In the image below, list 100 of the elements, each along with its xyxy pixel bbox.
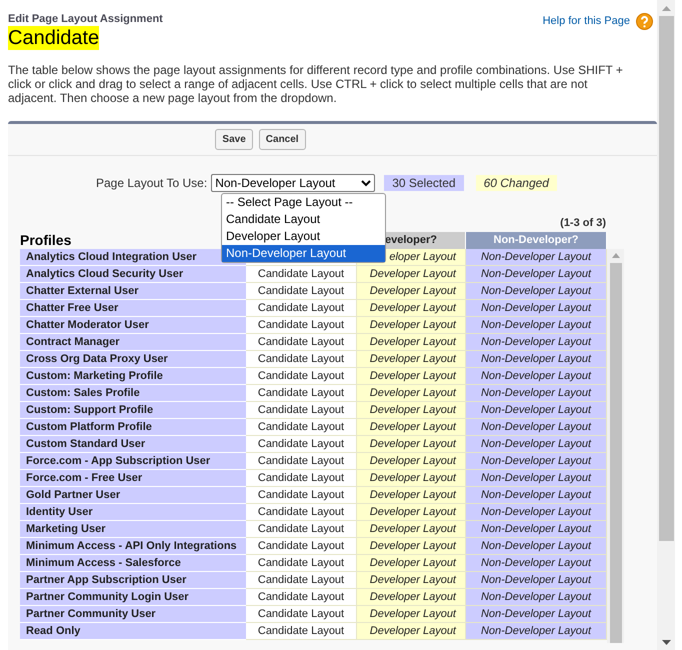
- layout-cell[interactable]: Developer Layout: [357, 538, 466, 554]
- layout-cell[interactable]: Candidate Layout: [246, 520, 357, 538]
- selected-count: 30 Selected: [384, 175, 464, 191]
- layout-cell[interactable]: Developer Layout: [357, 452, 466, 470]
- layout-cell[interactable]: Non-Developer Layout: [466, 504, 607, 520]
- profile-cell: Chatter External User: [20, 282, 246, 300]
- profile-cell: Identity User: [20, 504, 246, 520]
- layout-cell[interactable]: Candidate Layout: [246, 402, 357, 418]
- help-icon[interactable]: [636, 13, 653, 30]
- layout-cell[interactable]: Developer Layout: [357, 350, 466, 368]
- layout-cell[interactable]: Candidate Layout: [246, 588, 357, 606]
- layout-cell[interactable]: Non-Developer Layout: [466, 402, 607, 418]
- layout-cell[interactable]: Candidate Layout: [246, 368, 357, 384]
- page-title: Candidate: [8, 26, 100, 50]
- scroll-up-icon[interactable]: [662, 6, 670, 11]
- layout-cell[interactable]: Developer Layout: [357, 384, 466, 402]
- layout-cell[interactable]: Candidate Layout: [246, 554, 357, 572]
- layout-cell[interactable]: Candidate Layout: [246, 622, 357, 640]
- dropdown-option[interactable]: Candidate Layout: [222, 211, 385, 228]
- layout-cell[interactable]: Non-Developer Layout: [466, 572, 607, 588]
- changed-count: 60 Changed: [476, 175, 557, 191]
- layout-cell[interactable]: Non-Developer Layout: [466, 266, 607, 282]
- layout-cell[interactable]: Candidate Layout: [246, 316, 357, 334]
- help-link[interactable]: Help for this Page: [542, 13, 630, 30]
- layout-cell[interactable]: Developer Layout: [357, 622, 466, 640]
- layout-select[interactable]: Non-Developer Layout: [211, 174, 376, 192]
- profile-cell: Custom: Sales Profile: [20, 384, 246, 402]
- profile-cell: Analytics Cloud Security User: [20, 266, 246, 282]
- chevron-icon: [361, 180, 372, 186]
- profile-cell: Force.com - Free User: [20, 470, 246, 486]
- layout-cell[interactable]: Candidate Layout: [246, 300, 357, 316]
- layout-cell[interactable]: Non-Developer Layout: [466, 300, 607, 316]
- dropdown-option[interactable]: -- Select Page Layout --: [222, 194, 385, 211]
- layout-cell[interactable]: Candidate Layout: [246, 606, 357, 622]
- profile-cell: Custom: Marketing Profile: [20, 368, 246, 384]
- layout-cell[interactable]: Candidate Layout: [246, 486, 357, 504]
- table-scrollbar[interactable]: [607, 248, 624, 642]
- layout-cell[interactable]: Non-Developer Layout: [466, 606, 607, 622]
- layout-cell[interactable]: Non-Developer Layout: [466, 486, 607, 504]
- layout-cell[interactable]: Non-Developer Layout: [466, 384, 607, 402]
- layout-cell[interactable]: Developer Layout: [357, 588, 466, 606]
- layout-cell[interactable]: Candidate Layout: [246, 384, 357, 402]
- layout-cell[interactable]: Developer Layout: [357, 572, 466, 588]
- layout-cell[interactable]: Candidate Layout: [246, 452, 357, 470]
- layout-cell[interactable]: Candidate Layout: [246, 436, 357, 452]
- layout-cell[interactable]: Candidate Layout: [246, 504, 357, 520]
- layout-cell[interactable]: Candidate Layout: [246, 538, 357, 554]
- layout-cell[interactable]: Non-Developer Layout: [466, 368, 607, 384]
- profile-cell: Partner App Subscription User: [20, 572, 246, 588]
- layout-cell[interactable]: Non-Developer Layout: [466, 316, 607, 334]
- layout-cell[interactable]: Non-Developer Layout: [466, 588, 607, 606]
- layout-cell[interactable]: Non-Developer Layout: [466, 418, 607, 436]
- layout-cell[interactable]: Developer Layout: [357, 606, 466, 622]
- layout-cell[interactable]: Candidate Layout: [246, 282, 357, 300]
- layout-cell[interactable]: Developer Layout: [357, 334, 466, 350]
- profile-cell: Contract Manager: [20, 334, 246, 350]
- layout-cell[interactable]: Non-Developer Layout: [466, 334, 607, 350]
- scroll-up-icon[interactable]: [612, 252, 620, 258]
- layout-cell[interactable]: Non-Developer Layout: [466, 282, 607, 300]
- layout-cell[interactable]: Non-Developer Layout: [466, 452, 607, 470]
- layout-cell[interactable]: Non-Developer Layout: [466, 538, 607, 554]
- layout-cell[interactable]: Candidate Layout: [246, 266, 357, 282]
- layout-cell[interactable]: Developer Layout: [357, 368, 466, 384]
- layout-cell[interactable]: Developer Layout: [357, 300, 466, 316]
- scroll-down-icon[interactable]: [662, 640, 670, 645]
- layout-cell[interactable]: Non-Developer Layout: [466, 436, 607, 452]
- profile-cell: Minimum Access - API Only Integrations: [20, 538, 246, 554]
- breadcrumb: Edit Page Layout Assignment: [8, 13, 163, 26]
- page-scrollbar[interactable]: [657, 0, 675, 650]
- layout-cell[interactable]: Developer Layout: [357, 266, 466, 282]
- layout-cell[interactable]: Non-Developer Layout: [466, 554, 607, 572]
- layout-cell[interactable]: Candidate Layout: [246, 334, 357, 350]
- layout-cell[interactable]: Developer Layout: [357, 486, 466, 504]
- profile-cell: Gold Partner User: [20, 486, 246, 504]
- dropdown-option[interactable]: Non-Developer Layout: [222, 245, 385, 262]
- toolbar-button[interactable]: Save: [215, 129, 253, 150]
- layout-cell[interactable]: Developer Layout: [357, 504, 466, 520]
- layout-cell[interactable]: Developer Layout: [357, 316, 466, 334]
- layout-cell[interactable]: Developer Layout: [357, 436, 466, 452]
- layout-cell[interactable]: Candidate Layout: [246, 418, 357, 436]
- scrollbar-thumb[interactable]: [610, 262, 622, 642]
- layout-cell[interactable]: Non-Developer Layout: [466, 622, 607, 640]
- layout-cell[interactable]: Developer Layout: [357, 402, 466, 418]
- toolbar-button[interactable]: Cancel: [258, 129, 306, 150]
- layout-cell[interactable]: Developer Layout: [357, 418, 466, 436]
- layout-cell[interactable]: Non-Developer Layout: [466, 350, 607, 368]
- layout-cell[interactable]: Non-Developer Layout: [466, 520, 607, 538]
- layout-cell[interactable]: Developer Layout: [357, 554, 466, 572]
- profile-cell: Partner Community User: [20, 606, 246, 622]
- layout-cell[interactable]: Candidate Layout: [246, 572, 357, 588]
- profile-cell: Cross Org Data Proxy User: [20, 350, 246, 368]
- layout-cell[interactable]: Developer Layout: [357, 282, 466, 300]
- layout-cell[interactable]: Non-Developer Layout: [466, 248, 607, 266]
- layout-cell[interactable]: Developer Layout: [357, 520, 466, 538]
- layout-cell[interactable]: Candidate Layout: [246, 350, 357, 368]
- layout-cell[interactable]: Candidate Layout: [246, 470, 357, 486]
- scrollbar-thumb[interactable]: [658, 16, 674, 541]
- profile-cell: Custom Standard User: [20, 436, 246, 452]
- layout-cell[interactable]: Non-Developer Layout: [466, 470, 607, 486]
- layout-cell[interactable]: Developer Layout: [357, 470, 466, 486]
